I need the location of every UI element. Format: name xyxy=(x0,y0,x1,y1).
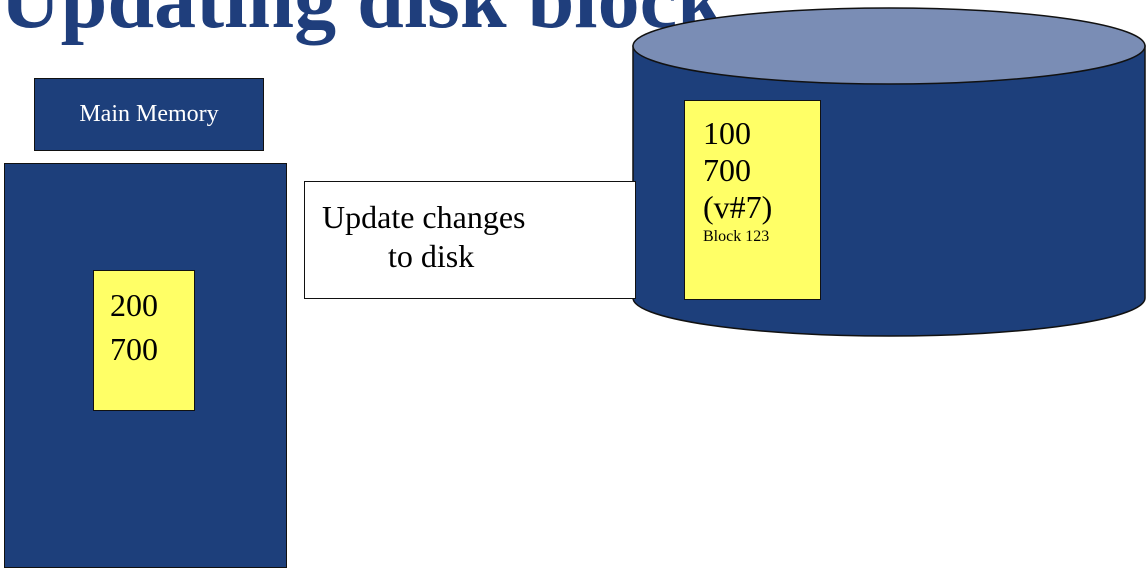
disk-block-line-1: 100 xyxy=(703,115,751,151)
memory-block-line-1: 200 xyxy=(110,287,158,323)
update-note-line-1: Update changes xyxy=(322,199,526,235)
update-note-line-2: to disk xyxy=(388,238,475,274)
update-note: Update changes to disk xyxy=(304,181,636,299)
disk-block: 100 700 (v#7) Block 123 xyxy=(684,100,821,300)
disk-block-line-3: (v#7) xyxy=(703,189,773,225)
disk-block-name: Block 123 xyxy=(703,228,770,245)
memory-block: 200 700 xyxy=(93,270,195,411)
main-memory-label: Main Memory xyxy=(34,78,264,151)
main-memory-label-text: Main Memory xyxy=(79,101,219,127)
memory-block-line-2: 700 xyxy=(110,331,158,367)
disk-top xyxy=(632,7,1146,85)
disk-block-line-2: 700 xyxy=(703,152,751,188)
